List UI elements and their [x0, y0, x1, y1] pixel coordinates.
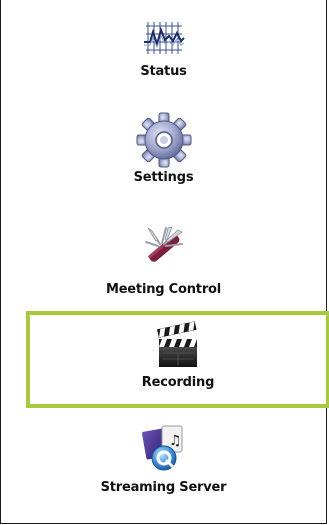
navigation-panel: Status Settings Meeting Control Recordin…: [0, 0, 329, 524]
status-chart-icon: [143, 22, 185, 54]
nav-label-streaming-server: Streaming Server: [100, 480, 227, 495]
multitool-knife-icon: [144, 226, 183, 262]
nav-item-status[interactable]: Status: [1, 10, 326, 102]
quicktime-media-icon: ♫: [141, 425, 182, 471]
clapperboard-icon: [157, 321, 197, 367]
nav-label-status: Status: [140, 64, 187, 79]
svg-text:♫: ♫: [169, 433, 182, 449]
nav-item-settings[interactable]: Settings: [1, 108, 326, 208]
nav-item-streaming-server[interactable]: ♫ Streaming Server: [1, 418, 326, 518]
nav-label-settings: Settings: [133, 170, 194, 185]
nav-item-recording[interactable]: Recording: [26, 311, 329, 408]
gear-icon: [136, 112, 191, 168]
nav-label-recording: Recording: [141, 375, 215, 390]
nav-label-meeting-control: Meeting Control: [105, 282, 222, 297]
nav-item-meeting-control[interactable]: Meeting Control: [1, 218, 326, 308]
